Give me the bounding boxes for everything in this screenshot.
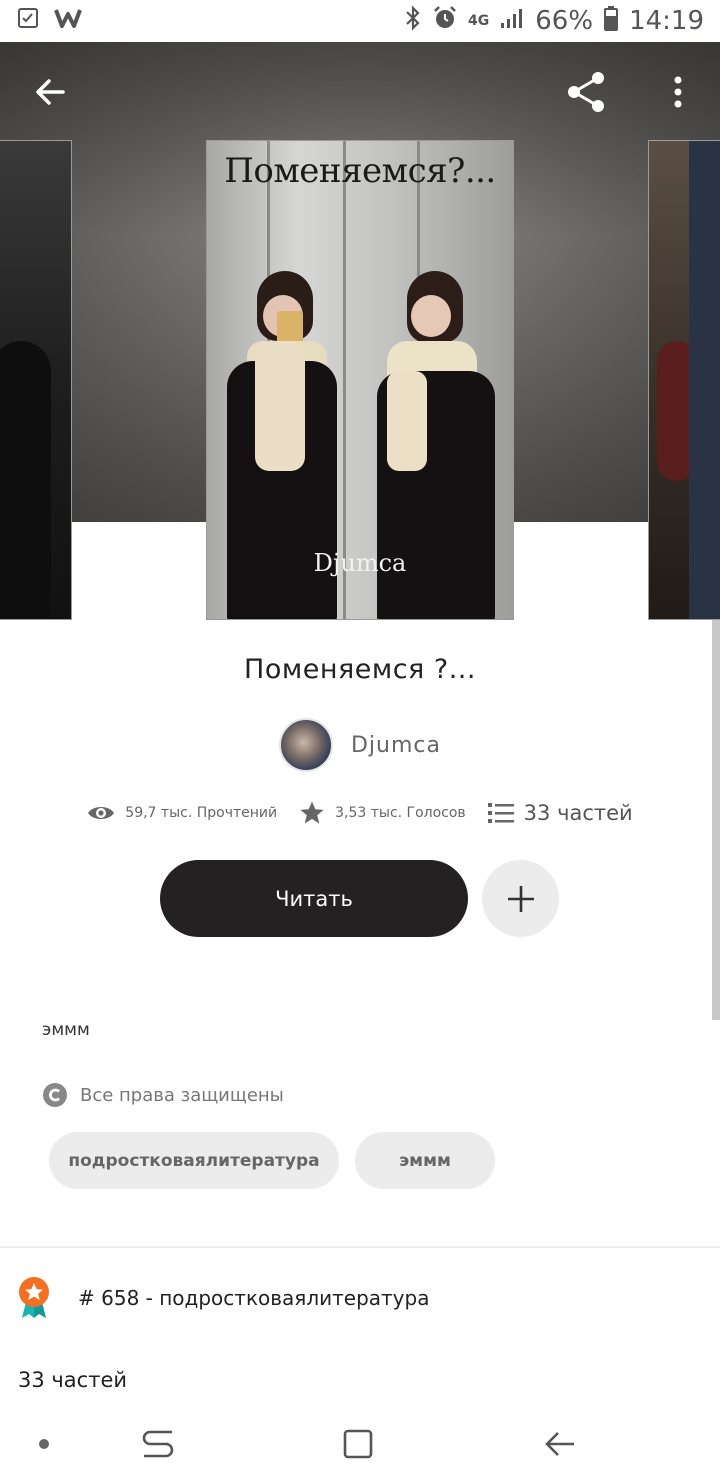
signal-icon <box>499 6 525 37</box>
scrollbar[interactable] <box>712 620 720 1020</box>
reads-count: 59,7 тыс. Прочтений <box>125 805 278 821</box>
wattpad-icon <box>54 6 82 37</box>
read-button[interactable]: Читать <box>160 860 468 937</box>
tag-chip[interactable]: подростковаялитература <box>49 1132 339 1189</box>
author-avatar <box>278 718 333 772</box>
tag-list: подростковаялитература эммм <box>49 1132 495 1189</box>
author-link[interactable]: Djumca <box>0 718 720 772</box>
copyright-text: Все права защищены <box>80 1084 284 1106</box>
battery-level: 66% <box>535 6 594 36</box>
network-type: 4G <box>468 13 490 29</box>
next-story-cover[interactable] <box>648 140 720 620</box>
parts-section-title: 33 частей <box>18 1368 128 1392</box>
alarm-icon <box>432 5 458 38</box>
parts-stat[interactable]: 33 частей <box>487 801 633 825</box>
share-icon <box>568 72 604 112</box>
medal-icon <box>19 1277 49 1318</box>
recent-apps-icon <box>142 1430 174 1458</box>
add-to-library-button[interactable] <box>482 860 559 937</box>
story-details-screen: 4G 66% 14:19 Поменяемся?... Djumca Помен… <box>0 0 720 1480</box>
more-vertical-icon <box>674 76 682 108</box>
votes-stat: 3,53 тыс. Голосов <box>299 800 466 826</box>
system-navigation-bar <box>0 1408 720 1480</box>
checklist-icon <box>16 6 40 37</box>
tag-chip[interactable]: эммм <box>355 1132 495 1189</box>
arrow-left-icon <box>545 1432 574 1456</box>
ranking-row[interactable]: # 658 - подростковаялитература <box>16 1276 429 1320</box>
story-title: Поменяемся ?... <box>244 654 476 685</box>
section-divider <box>0 1246 720 1248</box>
cover-title: Поменяемся?... <box>224 151 496 191</box>
story-description: эммм <box>42 1020 90 1040</box>
system-back-button[interactable] <box>536 1420 584 1468</box>
eye-icon <box>88 807 115 819</box>
home-button[interactable] <box>334 1420 382 1468</box>
plus-icon <box>507 885 534 912</box>
author-name: Djumca <box>350 732 441 758</box>
votes-count: 3,53 тыс. Голосов <box>335 805 466 821</box>
story-stats: 59,7 тыс. Прочтений 3,53 тыс. Голосов 33… <box>0 800 720 826</box>
bluetooth-icon <box>404 4 422 38</box>
story-cover[interactable]: Поменяемся?... Djumca <box>206 140 514 620</box>
share-button[interactable] <box>562 68 610 116</box>
copyright-row: Все права защищены <box>42 1082 284 1108</box>
recent-apps-button[interactable] <box>134 1420 182 1468</box>
nav-dot-button[interactable] <box>20 1420 68 1468</box>
more-options-button[interactable] <box>654 68 702 116</box>
status-bar: 4G 66% 14:19 <box>0 0 720 42</box>
previous-story-cover[interactable] <box>0 140 72 620</box>
cover-author: Djumca <box>313 549 407 577</box>
star-icon <box>300 801 324 824</box>
home-icon <box>343 1429 373 1459</box>
list-icon <box>487 803 514 823</box>
back-button[interactable] <box>26 68 74 116</box>
clock: 14:19 <box>629 6 704 36</box>
ranking-text: # 658 - подростковаялитература <box>78 1286 430 1310</box>
parts-count: 33 частей <box>523 801 633 825</box>
reads-stat: 59,7 тыс. Прочтений <box>87 803 277 823</box>
arrow-left-icon <box>36 79 65 105</box>
dot-icon <box>39 1439 49 1449</box>
battery-icon <box>603 5 619 38</box>
copyright-icon <box>43 1083 67 1107</box>
